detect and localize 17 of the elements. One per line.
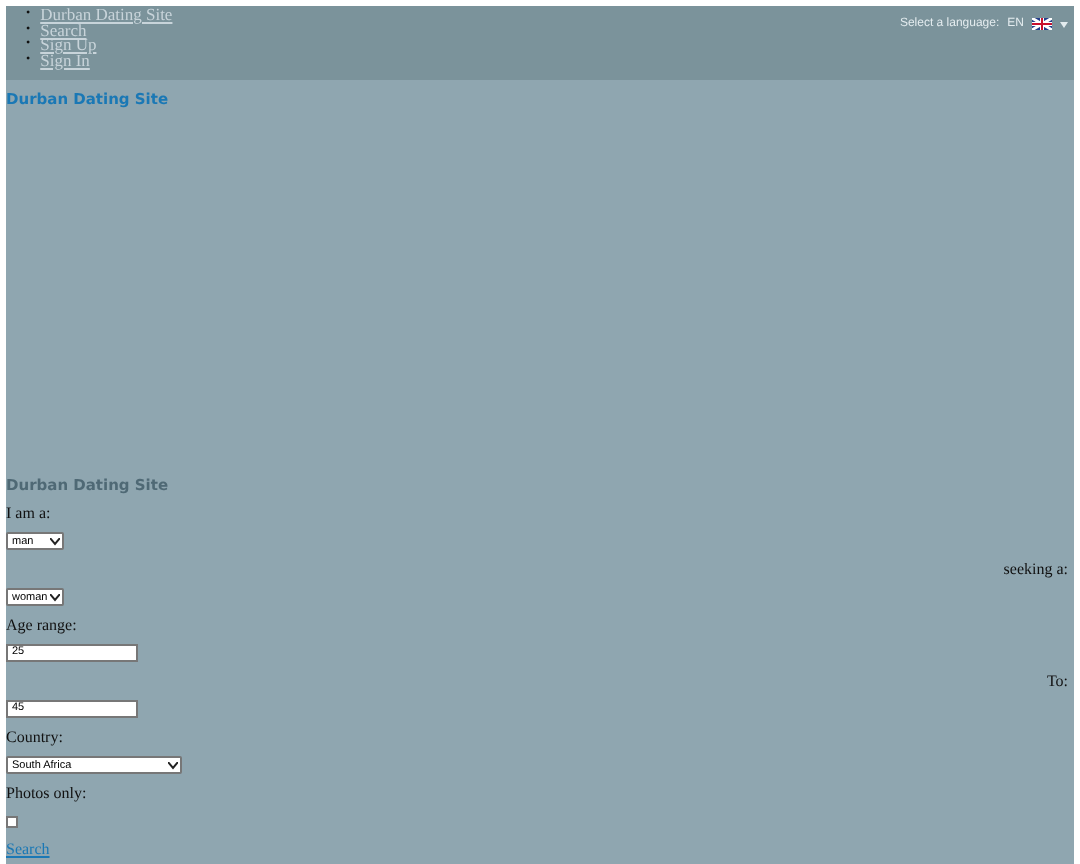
caret-icon <box>50 593 60 601</box>
nav-link[interactable]: Search <box>40 23 87 38</box>
field-label: To: <box>1046 672 1068 692</box>
field-label: Photos only: <box>6 784 89 804</box>
field-label: seeking a: <box>1003 560 1068 580</box>
search-link[interactable]: Search <box>6 840 50 858</box>
field-label: Country: <box>6 728 65 748</box>
field-label: I am a: <box>6 504 53 524</box>
caret-icon <box>168 761 178 769</box>
nav-link[interactable]: Sign Up <box>40 38 97 53</box>
checkbox[interactable] <box>6 816 18 828</box>
field-label: Age range: <box>6 616 79 636</box>
nav-link[interactable]: Durban Dating Site <box>40 8 173 23</box>
caret-icon <box>50 537 60 545</box>
caret-icon[interactable] <box>1060 21 1068 27</box>
nav-link[interactable]: Sign In <box>40 53 90 68</box>
flag-icon[interactable] <box>1032 18 1052 30</box>
